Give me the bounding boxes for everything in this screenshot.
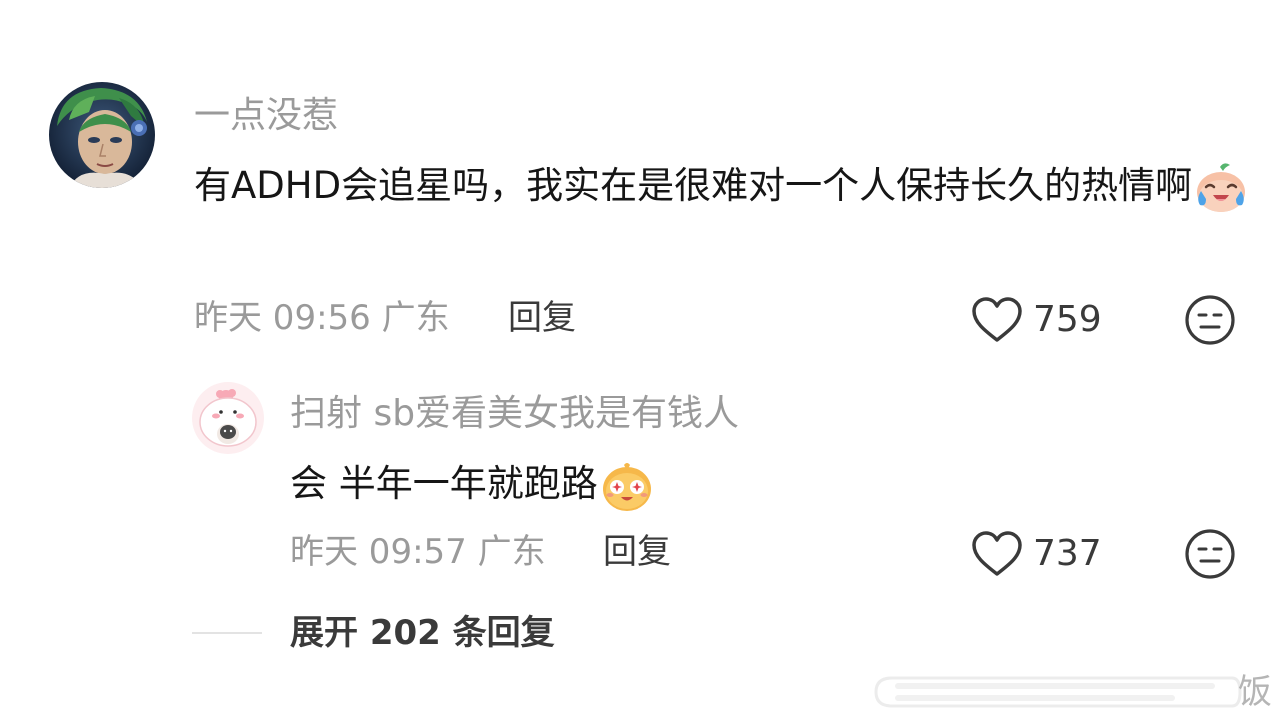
meh-face-icon[interactable]	[1184, 294, 1236, 346]
reply-like-count: 737	[1033, 533, 1102, 574]
watermark-logo	[872, 672, 1244, 712]
comment-time: 昨天 09:56	[194, 298, 371, 338]
expand-divider	[192, 632, 262, 634]
heart-outline-icon[interactable]	[970, 530, 1024, 578]
heart-outline-icon[interactable]	[970, 296, 1024, 344]
comment-username[interactable]: 一点没惹	[194, 96, 338, 136]
comment-text-body: 有ADHD会追星吗，我实在是很难对一个人保持长久的热情啊	[194, 164, 1193, 207]
reply-meta: 昨天 09:57 广东	[290, 532, 546, 572]
reply-avatar[interactable]	[192, 382, 264, 454]
reply-text: 会 半年一年就跑路	[290, 452, 1190, 516]
watermark-text: 饭	[1238, 672, 1272, 712]
reply-username[interactable]: 扫射 sb爱看美女我是有钱人	[290, 394, 739, 434]
expand-replies-button[interactable]: 展开 202 条回复	[290, 613, 555, 653]
comment-like-count: 759	[1033, 299, 1102, 340]
comment-meta: 昨天 09:56 广东	[194, 298, 450, 338]
comment-location: 广东	[381, 298, 450, 338]
reply-reply-button[interactable]: 回复	[603, 532, 671, 572]
reply-text-body: 会 半年一年就跑路	[290, 462, 598, 505]
meh-face-icon[interactable]	[1184, 528, 1236, 580]
avatar[interactable]	[49, 82, 155, 188]
starry-eyed-emoji	[600, 459, 654, 513]
reply-time: 昨天 09:57	[290, 532, 467, 572]
reply-button[interactable]: 回复	[508, 298, 576, 338]
crying-laughing-emoji	[1194, 161, 1248, 215]
reply-location: 广东	[477, 532, 546, 572]
comment-text: 有ADHD会追星吗，我实在是很难对一个人保持长久的热情啊	[194, 154, 1254, 218]
